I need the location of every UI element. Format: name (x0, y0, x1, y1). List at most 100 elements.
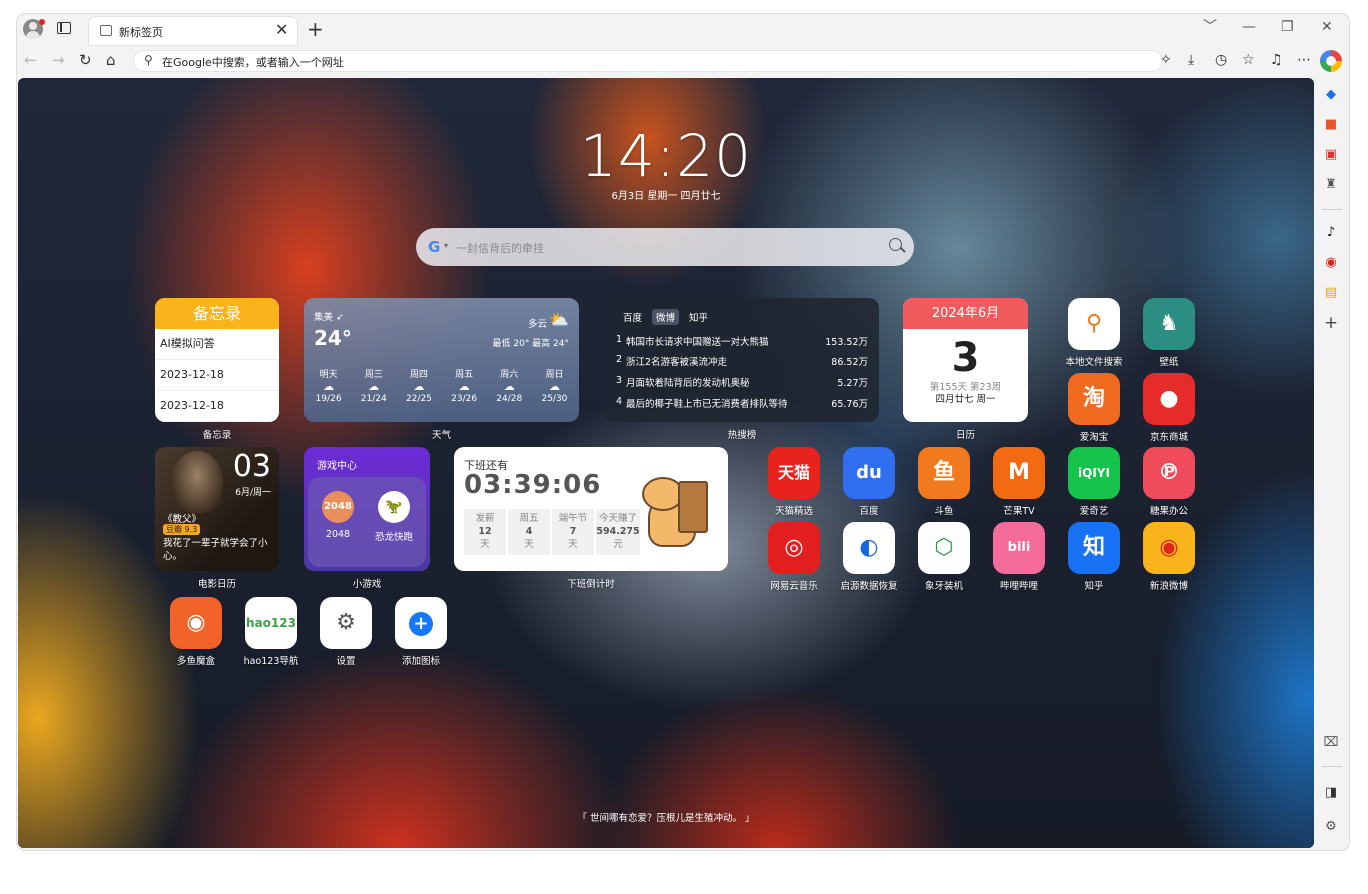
home-icon[interactable]: ⌂ (106, 51, 116, 69)
app-icon-10[interactable]: ℗ (1143, 447, 1195, 499)
memo-caption: 备忘录 (202, 430, 232, 441)
weather-widget[interactable]: 集美 ➶ 24° 多云 ⛅ 最低 20° 最高 24° 明天 ☁ 19/26 周三 ☁… (304, 298, 579, 422)
app-icon-15[interactable]: 知 (1068, 522, 1120, 574)
app-icon-8[interactable]: M (993, 447, 1045, 499)
toolbox-icon[interactable]: ▣ (1322, 146, 1340, 164)
google-icon[interactable] (1320, 50, 1342, 72)
hot-item[interactable]: 2 浙江2名游客被溪流冲走 86.52万 (616, 354, 868, 368)
tab-new-tab[interactable]: 新标签页 ✕ (89, 17, 297, 45)
new-tab-button[interactable]: + (307, 17, 324, 41)
memo-item[interactable]: AI模拟问答 (155, 329, 279, 360)
tab-weibo[interactable]: 微博 (652, 309, 680, 325)
history-icon[interactable]: ◷ (1215, 51, 1227, 69)
app-icon-9[interactable]: iQIYI (1068, 447, 1120, 499)
favorites-icon[interactable]: ☆ (1242, 51, 1255, 69)
snow-cloud-icon: ☁ (413, 380, 425, 393)
tab-search-chevron-icon[interactable]: ﹀ (1203, 18, 1217, 36)
app-icon-11[interactable]: ◎ (768, 522, 820, 574)
countdown-box: 周五 4 天 (508, 509, 550, 555)
weather-caption: 天气 (431, 430, 451, 441)
extensions-icon[interactable]: ✧ (1160, 51, 1172, 69)
app-icon-16[interactable]: ◉ (1143, 522, 1195, 574)
app-label[interactable]: 新浪微博 (1123, 578, 1215, 592)
hot-search-widget[interactable]: 百度 微博 知乎 1 韩国市长请求中国赠送一对大熊猫 153.52万 2 浙江2名游客… (605, 298, 879, 422)
back-icon[interactable]: ← (24, 51, 37, 69)
close-window-button[interactable]: ✕ (1321, 18, 1333, 36)
app-label[interactable]: 壁纸 (1123, 354, 1215, 368)
tag-icon[interactable]: ◆ (1322, 86, 1340, 104)
game-2048-label[interactable]: 2048 (308, 529, 368, 540)
memo-item[interactable]: 2023-12-18 (155, 360, 279, 391)
weather-temp: 24° (314, 326, 352, 350)
app-icon-20[interactable]: + (395, 597, 447, 649)
app-icon-7[interactable]: 鱼 (918, 447, 970, 499)
chess-icon[interactable]: ♜ (1322, 176, 1340, 194)
movie-calendar-widget[interactable]: 03 6月/周一 《教父》 豆瓣 9.3 我花了一辈子就学会了小心。 (155, 447, 279, 571)
address-bar[interactable]: ⚲ 在Google中搜索，或者输入一个网址 (133, 50, 1163, 72)
location-arrow-icon: ➶ (336, 312, 345, 323)
app-icon-14[interactable]: bili (993, 522, 1045, 574)
game-dino-label[interactable]: 恐龙快跑 (364, 529, 424, 543)
clock-date: 6月3日 星期一 四月廿七 (611, 191, 721, 202)
notifications-icon[interactable]: ♫ (1270, 51, 1283, 69)
app-label[interactable]: 添加图标 (375, 653, 467, 667)
google-engine-icon[interactable]: G (428, 238, 440, 256)
search-icon[interactable] (889, 238, 902, 251)
app-icon-13[interactable]: ⬡ (918, 522, 970, 574)
app-icon-17[interactable]: ◉ (170, 597, 222, 649)
weather-forecast: 明天 ☁ 19/26 周三 ☁ 21/24 周四 ☁ 22/25 周五 ☁ 23/26 周六 ☁ 2… (306, 369, 577, 405)
app-icon-3[interactable]: 淘 (1068, 373, 1120, 425)
snow-cloud-icon: ☁ (368, 380, 380, 393)
app-icon-6[interactable]: du (843, 447, 895, 499)
game-list: 2048 🦖 2048 恐龙快跑 (308, 477, 426, 567)
tab-title: 新标签页 (119, 26, 163, 39)
engine-dropdown-icon[interactable]: ▾ (444, 241, 448, 250)
app-icon-12[interactable]: ◐ (843, 522, 895, 574)
app-icon-19[interactable]: ⚙ (320, 597, 372, 649)
download-icon[interactable]: ⤓ (1188, 51, 1194, 69)
app-icon-18[interactable]: hao123 (245, 597, 297, 649)
movie-quote: 我花了一辈子就学会了小心。 (163, 538, 268, 562)
countdown-time: 03:39:06 (464, 470, 602, 500)
dino-icon[interactable]: 🦖 (378, 491, 410, 523)
app-icon-5[interactable]: 天猫 (768, 447, 820, 499)
app-icon-1[interactable]: ⚲ (1068, 298, 1120, 350)
tab-close-button[interactable]: ✕ (275, 20, 288, 40)
calendar-widget[interactable]: 2024年6月 3 第155天 第23周 四月廿七 周一 (903, 298, 1028, 422)
search-box[interactable]: G ▾ 一封信背后的牵挂 (416, 228, 914, 266)
app-icon-2[interactable]: ♞ (1143, 298, 1195, 350)
weibo-icon[interactable]: ◉ (1322, 254, 1340, 272)
office-icon[interactable]: ■ (1322, 116, 1340, 134)
add-icon[interactable]: + (1322, 314, 1340, 332)
partly-cloudy-icon: ⛅ (549, 310, 569, 329)
sidebar-toggle-icon[interactable]: ◨ (1322, 784, 1340, 802)
settings-icon[interactable]: ⚙ (1322, 818, 1340, 836)
hot-item[interactable]: 1 韩国市长请求中国赠送一对大熊猫 153.52万 (616, 334, 868, 348)
hot-item[interactable]: 3 月面软着陆背后的发动机奥秘 5.27万 (616, 375, 868, 389)
refresh-icon[interactable]: ↻ (79, 51, 92, 69)
hot-item[interactable]: 4 最后的椰子鞋上市已无消费者排队等待 65.76万 (616, 396, 868, 410)
app-label[interactable]: 糖果办公 (1123, 503, 1215, 517)
more-icon[interactable]: ⋯ (1297, 51, 1311, 69)
app-label[interactable]: 京东商城 (1123, 429, 1215, 443)
countdown-widget[interactable]: 下班还有 03:39:06 发薪 12 天 周五 4 天 端午节 7 天 今天赚了 594.2… (454, 447, 728, 571)
tiktok-icon[interactable]: ♪ (1322, 224, 1340, 242)
quote-text: 「 世间哪有恋爱？压根儿是生殖冲动。 」 (577, 813, 755, 824)
forward-icon[interactable]: → (52, 51, 65, 69)
news-icon[interactable]: ▤ (1322, 284, 1340, 302)
tab-zhihu[interactable]: 知乎 (685, 309, 712, 325)
game-center-widget[interactable]: 游戏中心 2048 🦖 2048 恐龙快跑 (304, 447, 430, 571)
game-2048-icon[interactable]: 2048 (322, 491, 354, 523)
screenshot-icon[interactable]: ⌧ (1322, 734, 1340, 752)
maximize-button[interactable]: ❐ (1281, 18, 1294, 36)
countdown-box: 发薪 12 天 (464, 509, 506, 555)
game-caption: 小游戏 (352, 579, 382, 590)
tab-baidu[interactable]: 百度 (619, 309, 646, 325)
tab-actions-icon[interactable] (57, 22, 71, 34)
cat-carrying-boxes-illustration (638, 473, 714, 553)
app-icon-4[interactable]: ● (1143, 373, 1195, 425)
minimize-button[interactable]: — (1242, 18, 1256, 36)
memo-widget[interactable]: 备忘录 AI模拟问答 2023-12-18 2023-12-18 (155, 298, 279, 422)
cloud-icon: ☁ (548, 380, 560, 393)
memo-item[interactable]: 2023-12-18 (155, 391, 279, 422)
